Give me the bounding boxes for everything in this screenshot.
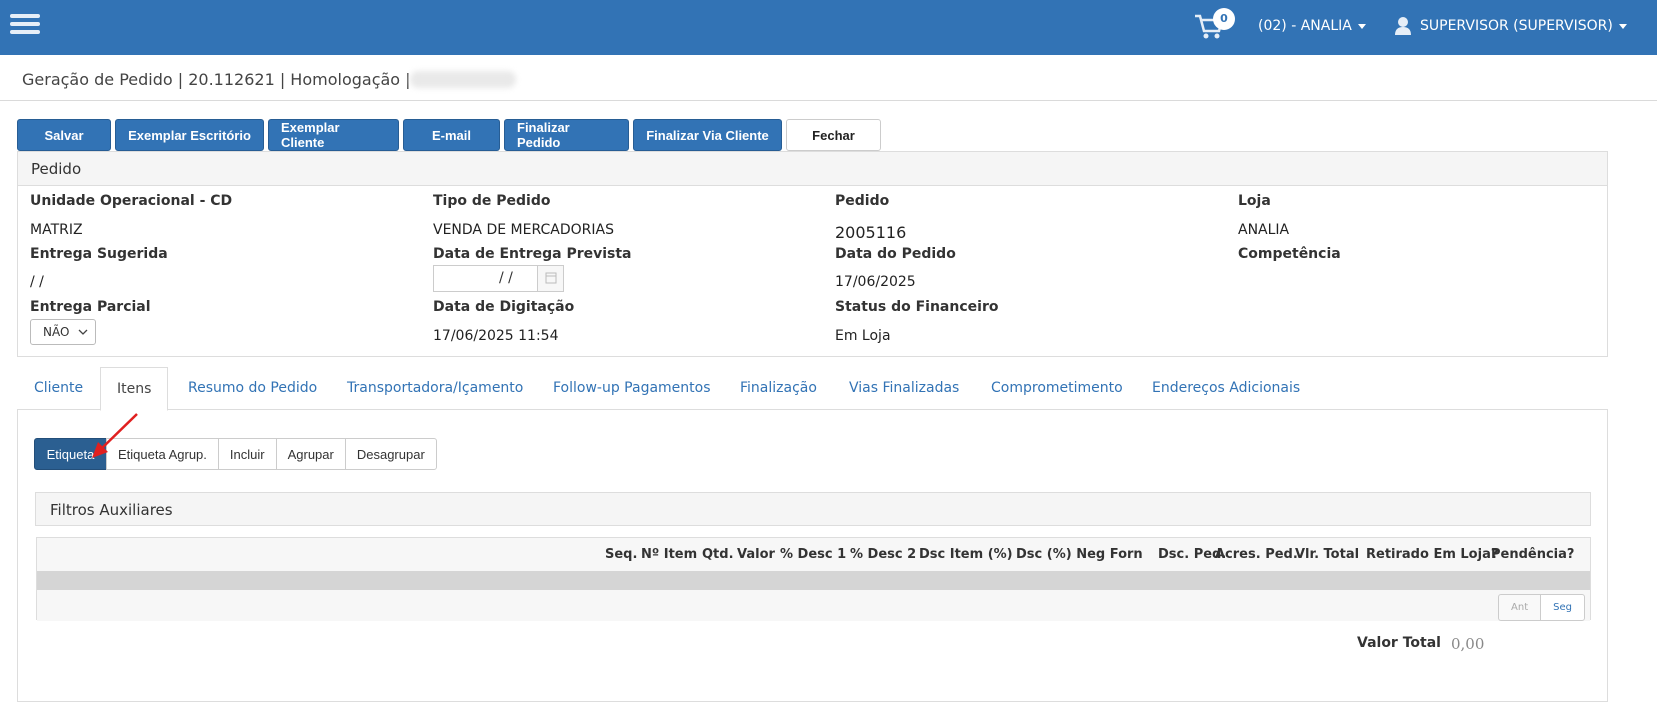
desagrupar-button[interactable]: Desagrupar [344,438,437,470]
office-copy-button[interactable]: Exemplar Escritório [115,119,264,151]
loja-label: Loja [1238,193,1271,209]
column-header[interactable]: Valor [737,547,775,562]
tipo-label: Tipo de Pedido [433,193,551,209]
column-header[interactable]: Seq. [605,547,637,562]
data-digitacao-label: Data de Digitação [433,299,575,315]
panel-title: Pedido [18,152,1607,186]
redacted-text [410,71,516,88]
delivery-date-value: / / [499,270,513,286]
tab-transportadora[interactable]: Transportadora/Içamento [347,367,523,410]
column-header[interactable]: Nº Item [641,547,697,562]
column-header[interactable]: % Desc 1 [780,547,846,562]
data-pedido-value: 17/06/2025 [835,274,916,290]
column-header[interactable]: Vlr. Total [1295,547,1359,562]
entrega-parcial-value: NÃO [43,325,70,339]
filters-title: Filtros Auxiliares [50,501,173,519]
save-button[interactable]: Salvar [17,119,111,151]
finalize-client-copy-button[interactable]: Finalizar Via Cliente [633,119,782,151]
pedido-value: 2005116 [835,223,907,242]
grid-header: Seq. Nº Item Qtd. Valor % Desc 1 % Desc … [37,538,1590,571]
next-page-button[interactable]: Seg [1540,594,1585,621]
data-pedido-label: Data do Pedido [835,246,956,262]
itens-content: Etiqueta Etiqueta Agrup. Incluir Agrupar… [17,410,1608,702]
tab-bar: Cliente Itens Resumo do Pedido Transport… [17,367,1608,411]
tipo-value: VENDA DE MERCADORIAS [433,222,614,238]
delivery-date-field[interactable]: / / [433,265,564,292]
client-copy-button[interactable]: Exemplar Cliente [268,119,399,151]
annotation-arrow-icon [92,413,138,458]
pagination: Ant Seg [1498,594,1585,621]
unidade-value: MATRIZ [30,222,83,238]
grid-footer: Ant Seg [37,590,1590,621]
store-selector[interactable]: (02) - ANALIA [1258,18,1366,34]
filters-panel[interactable]: Filtros Auxiliares [35,492,1591,526]
column-header[interactable]: Qtd. [702,547,734,562]
pedido-label: Pedido [835,193,890,209]
email-button[interactable]: E-mail [403,119,500,151]
entrega-sugerida-label: Entrega Sugerida [30,246,168,262]
tab-itens[interactable]: Itens [100,367,169,411]
data-digitacao-value: 17/06/2025 11:54 [433,328,559,344]
unidade-label: Unidade Operacional - CD [30,193,233,209]
calendar-icon[interactable] [537,266,563,291]
user-menu-label: SUPERVISOR (SUPERVISOR) [1420,18,1613,34]
tab-follow-up-pagamentos[interactable]: Follow-up Pagamentos [553,367,711,410]
column-header[interactable]: Pendência? [1491,547,1574,562]
entrega-sugerida-value: / / [30,274,44,290]
column-header[interactable]: Acres. Ped. [1215,547,1298,562]
store-selector-label: (02) - ANALIA [1258,18,1352,34]
column-header[interactable]: Retirado Em Loja? [1366,547,1498,562]
chevron-down-icon [1357,23,1366,29]
menu-icon[interactable] [10,14,40,36]
entrega-parcial-label: Entrega Parcial [30,299,151,315]
competencia-label: Competência [1238,246,1341,262]
agrupar-button[interactable]: Agrupar [275,438,346,470]
cart-count-badge: 0 [1213,8,1235,30]
entrega-parcial-select[interactable]: NÃO [30,319,96,345]
action-toolbar: Salvar Exemplar Escritório Exemplar Clie… [17,119,881,151]
breadcrumb-bar: Geração de Pedido | 20.112621 | Homologa… [0,55,1657,101]
grid-empty-row [37,571,1590,590]
user-icon [1395,17,1411,35]
loja-value: ANALIA [1238,222,1290,238]
column-header[interactable]: Dsc (%) Neg Forn [1016,547,1143,562]
tab-vias-finalizadas[interactable]: Vias Finalizadas [849,367,959,410]
tab-finalizacao[interactable]: Finalização [740,367,817,410]
finalize-order-button[interactable]: Finalizar Pedido [504,119,629,151]
user-menu[interactable]: SUPERVISOR (SUPERVISOR) [1420,18,1627,34]
tab-comprometimento[interactable]: Comprometimento [991,367,1123,410]
total-label: Valor Total [1357,635,1441,651]
column-header[interactable]: Dsc Item (%) [919,547,1013,562]
data-entrega-label: Data de Entrega Prevista [433,246,632,262]
chevron-down-icon [78,329,88,335]
chevron-down-icon [1618,23,1627,29]
total-value: 0,00 [1451,635,1485,653]
top-navbar: 0 (02) - ANALIA SUPERVISOR (SUPERVISOR) [0,0,1657,55]
tab-resumo-pedido[interactable]: Resumo do Pedido [188,367,317,410]
status-label: Status do Financeiro [835,299,999,315]
breadcrumb: Geração de Pedido | 20.112621 | Homologa… [22,70,411,89]
status-value: Em Loja [835,328,891,344]
items-grid: Seq. Nº Item Qtd. Valor % Desc 1 % Desc … [36,537,1591,621]
close-button[interactable]: Fechar [786,119,881,151]
prev-page-button[interactable]: Ant [1498,594,1542,621]
incluir-button[interactable]: Incluir [217,438,277,470]
column-header[interactable]: % Desc 2 [850,547,916,562]
order-panel: Pedido Unidade Operacional - CD MATRIZ T… [17,151,1608,357]
tab-enderecos-adicionais[interactable]: Endereços Adicionais [1152,367,1300,410]
tab-cliente[interactable]: Cliente [34,367,83,410]
